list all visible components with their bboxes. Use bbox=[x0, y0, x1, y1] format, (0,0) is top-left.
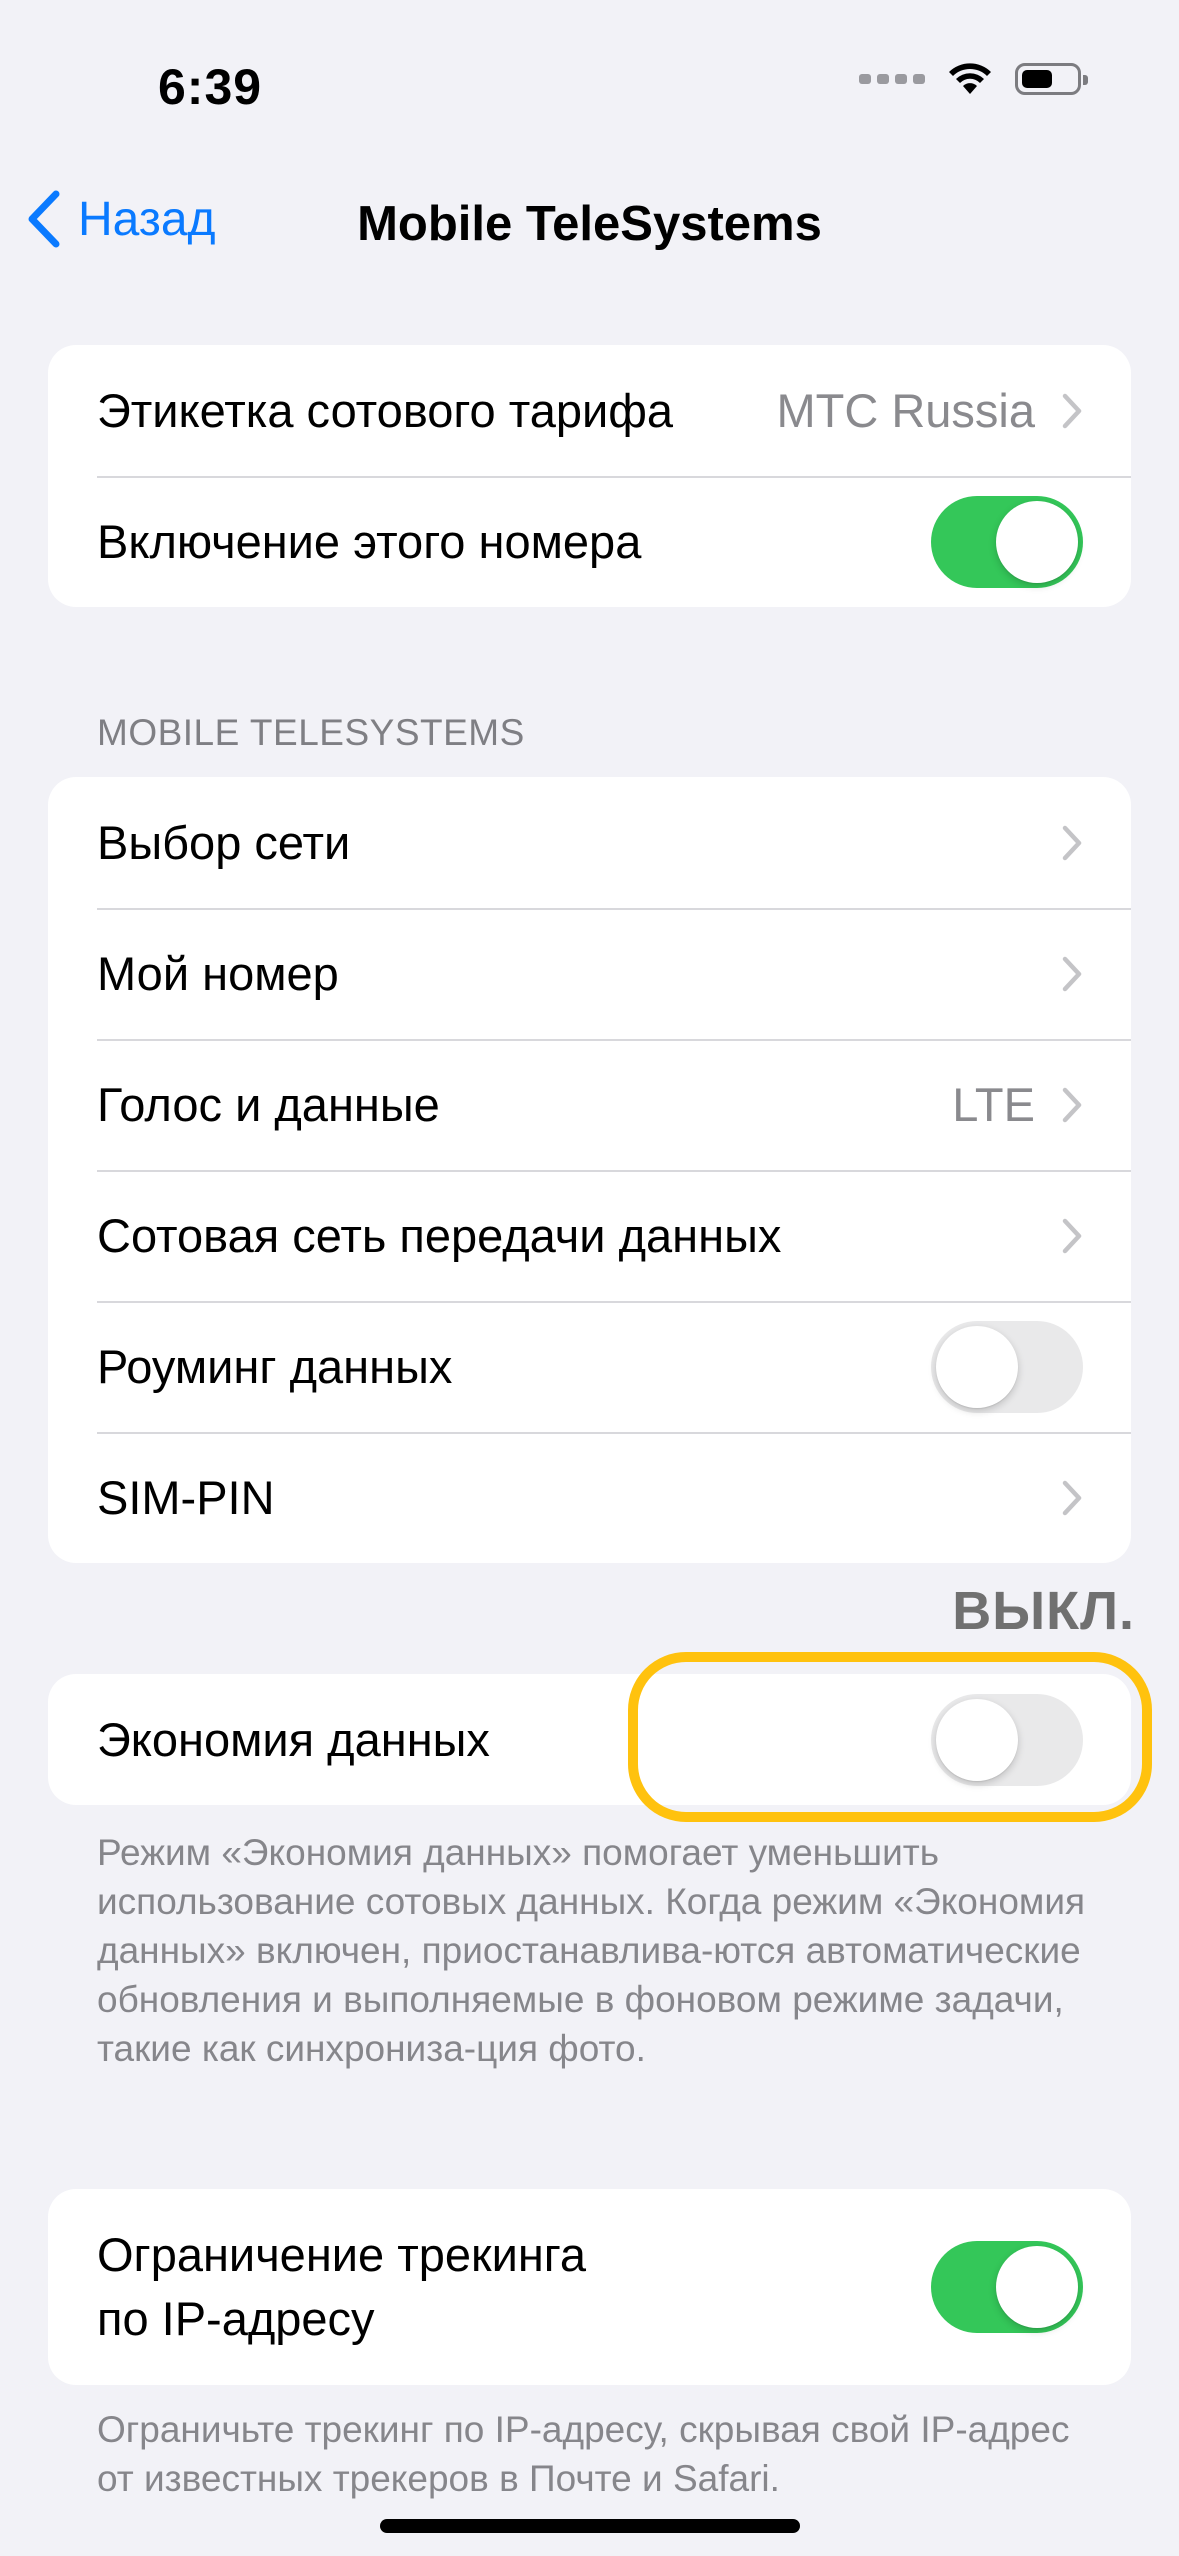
row-label: Выбор сети bbox=[97, 816, 351, 869]
chevron-right-icon bbox=[1062, 393, 1082, 428]
row-my-number[interactable]: Мой номер bbox=[48, 908, 1131, 1039]
line-enable-toggle[interactable] bbox=[931, 495, 1083, 588]
battery-icon bbox=[1015, 63, 1088, 95]
row-label: Включение этого номера bbox=[97, 515, 642, 568]
data-roaming-toggle[interactable] bbox=[931, 1320, 1083, 1413]
row-network-selection[interactable]: Выбор сети bbox=[48, 777, 1131, 908]
status-time: 6:39 bbox=[158, 59, 263, 115]
row-data-roaming: Роуминг данных bbox=[48, 1301, 1131, 1432]
row-line-enable: Включение этого номера bbox=[48, 476, 1131, 607]
row-label-line2: по IP-адресу bbox=[97, 2292, 375, 2345]
off-caption: ВЫКЛ. bbox=[952, 1581, 1135, 1641]
section-header: MOBILE TELESYSTEMS bbox=[97, 712, 525, 753]
low-data-footer: Режим «Экономия данных» помогает уменьши… bbox=[97, 1832, 1086, 2069]
ip-tracking-group: Ограничение трекинга по IP-адресу bbox=[48, 2189, 1131, 2385]
row-label: Голос и данные bbox=[97, 1078, 440, 1131]
carrier-group: Выбор сети Мой номер Голос и данные LTE … bbox=[48, 777, 1131, 1563]
plan-group: Этикетка сотового тарифа MTC Russia Вклю… bbox=[48, 345, 1131, 607]
cellular-signal-icon bbox=[859, 74, 925, 84]
page-title-text: Mobile TeleSystems bbox=[357, 197, 822, 251]
chevron-right-icon bbox=[1062, 956, 1082, 991]
row-label: Ограничение трекинга по IP-адресу bbox=[97, 2223, 931, 2351]
row-voice-data[interactable]: Голос и данные LTE bbox=[48, 1039, 1131, 1170]
row-sim-pin[interactable]: SIM-PIN bbox=[48, 1432, 1131, 1563]
wifi-icon bbox=[949, 63, 991, 94]
status-icons bbox=[859, 62, 1088, 96]
row-limit-ip-tracking: Ограничение трекинга по IP-адресу bbox=[48, 2189, 1131, 2385]
page-title: Mobile TeleSystems bbox=[0, 196, 1179, 252]
row-label: Роуминг данных bbox=[97, 1340, 453, 1393]
row-label: Этикетка сотового тарифа bbox=[97, 384, 674, 437]
home-indicator[interactable] bbox=[380, 2519, 800, 2533]
row-value: MTC Russia bbox=[776, 384, 1035, 437]
chevron-right-icon bbox=[1062, 825, 1082, 860]
ip-tracking-footer: Ограничьте трекинг по IP-адресу, скрывая… bbox=[97, 2409, 1070, 2499]
row-label: Мой номер bbox=[97, 947, 339, 1000]
row-label-line1: Ограничение трекинга bbox=[97, 2228, 587, 2281]
row-label: Сотовая сеть передачи данных bbox=[97, 1209, 782, 1262]
chevron-right-icon bbox=[1062, 1218, 1082, 1253]
row-label: SIM-PIN bbox=[97, 1471, 275, 1524]
row-value: LTE bbox=[952, 1078, 1035, 1131]
row-cellular-data-network[interactable]: Сотовая сеть передачи данных bbox=[48, 1170, 1131, 1301]
highlight-ring bbox=[628, 1652, 1152, 1822]
chevron-right-icon bbox=[1062, 1087, 1082, 1122]
row-plan-label[interactable]: Этикетка сотового тарифа MTC Russia bbox=[48, 345, 1131, 476]
limit-ip-tracking-toggle[interactable] bbox=[931, 2241, 1083, 2333]
chevron-right-icon bbox=[1062, 1480, 1082, 1515]
